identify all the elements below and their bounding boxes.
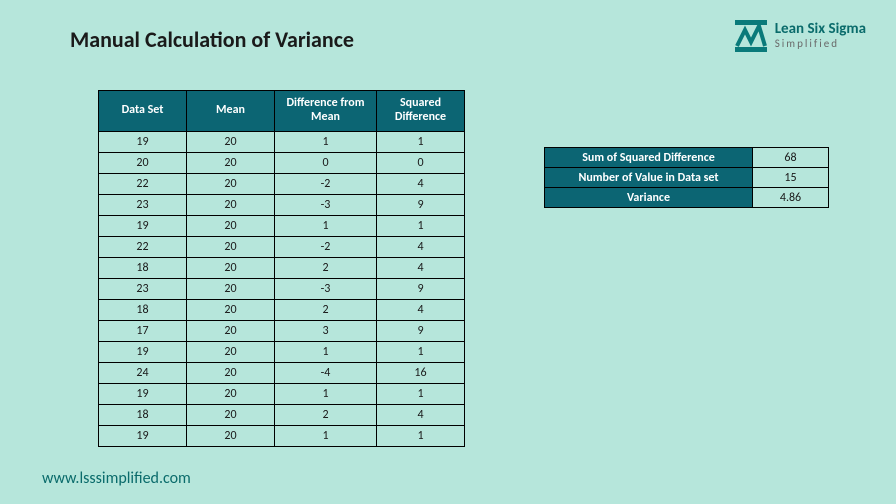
cell-ds: 19: [99, 341, 187, 362]
cell-mean: 20: [187, 299, 275, 320]
cell-sq: 4: [377, 299, 465, 320]
cell-sq: 0: [377, 152, 465, 173]
logo-line1: Lean Six Sigma: [775, 22, 866, 38]
table-row: 172039: [99, 320, 465, 341]
cell-ds: 19: [99, 131, 187, 152]
cell-diff: 1: [275, 131, 377, 152]
summary-value: 68: [753, 148, 829, 168]
cell-diff: -2: [275, 173, 377, 194]
col-header-dataset: Data Set: [99, 91, 187, 132]
cell-sq: 4: [377, 236, 465, 257]
brand-logo: Lean Six Sigma Simplified: [735, 20, 866, 52]
table-row: 202000: [99, 152, 465, 173]
table-header-row: Data Set Mean Difference from Mean Squar…: [99, 91, 465, 132]
summary-row-sumsq: Sum of Squared Difference 68: [545, 148, 829, 168]
table-row: 192011: [99, 215, 465, 236]
table-row: 182024: [99, 404, 465, 425]
cell-mean: 20: [187, 194, 275, 215]
cell-mean: 20: [187, 278, 275, 299]
summary-label: Number of Value in Data set: [545, 168, 753, 188]
cell-diff: 1: [275, 215, 377, 236]
cell-sq: 9: [377, 194, 465, 215]
logo-icon: [735, 20, 767, 52]
cell-diff: -4: [275, 362, 377, 383]
cell-ds: 19: [99, 425, 187, 446]
cell-diff: 1: [275, 425, 377, 446]
cell-mean: 20: [187, 404, 275, 425]
cell-diff: 1: [275, 341, 377, 362]
cell-mean: 20: [187, 173, 275, 194]
summary-row-n: Number of Value in Data set 15: [545, 168, 829, 188]
cell-diff: -3: [275, 194, 377, 215]
col-header-sqdiff: Squared Difference: [377, 91, 465, 132]
summary-table: Sum of Squared Difference 68 Number of V…: [544, 147, 829, 208]
table-row: 182024: [99, 299, 465, 320]
cell-ds: 18: [99, 404, 187, 425]
cell-ds: 19: [99, 215, 187, 236]
cell-mean: 20: [187, 383, 275, 404]
page-title: Manual Calculation of Variance: [70, 26, 354, 53]
table-row: 192011: [99, 341, 465, 362]
summary-value: 15: [753, 168, 829, 188]
table-row: 2220-24: [99, 173, 465, 194]
cell-diff: -2: [275, 236, 377, 257]
cell-ds: 22: [99, 236, 187, 257]
cell-sq: 1: [377, 215, 465, 236]
cell-mean: 20: [187, 236, 275, 257]
logo-line2: Simplified: [775, 38, 866, 50]
table-row: 2320-39: [99, 278, 465, 299]
cell-sq: 1: [377, 341, 465, 362]
cell-mean: 20: [187, 341, 275, 362]
cell-sq: 9: [377, 320, 465, 341]
cell-diff: 2: [275, 299, 377, 320]
cell-diff: 3: [275, 320, 377, 341]
col-header-mean: Mean: [187, 91, 275, 132]
cell-sq: 4: [377, 257, 465, 278]
cell-diff: -3: [275, 278, 377, 299]
cell-diff: 2: [275, 404, 377, 425]
cell-ds: 22: [99, 173, 187, 194]
cell-ds: 19: [99, 383, 187, 404]
cell-ds: 24: [99, 362, 187, 383]
footer-url: www.lsssimplified.com: [42, 469, 191, 488]
summary-label: Variance: [545, 188, 753, 208]
cell-sq: 1: [377, 383, 465, 404]
table-row: 2420-416: [99, 362, 465, 383]
cell-diff: 2: [275, 257, 377, 278]
cell-mean: 20: [187, 131, 275, 152]
variance-data-table: Data Set Mean Difference from Mean Squar…: [98, 90, 465, 447]
summary-label: Sum of Squared Difference: [545, 148, 753, 168]
logo-text: Lean Six Sigma Simplified: [775, 22, 866, 49]
table-row: 182024: [99, 257, 465, 278]
cell-mean: 20: [187, 362, 275, 383]
cell-sq: 4: [377, 173, 465, 194]
table-row: 192011: [99, 425, 465, 446]
cell-ds: 17: [99, 320, 187, 341]
table-row: 2220-24: [99, 236, 465, 257]
col-header-diff: Difference from Mean: [275, 91, 377, 132]
table-body: 192011 202000 2220-24 2320-39 192011 222…: [99, 131, 465, 446]
table-row: 192011: [99, 131, 465, 152]
cell-ds: 23: [99, 278, 187, 299]
cell-sq: 1: [377, 425, 465, 446]
cell-ds: 23: [99, 194, 187, 215]
cell-mean: 20: [187, 152, 275, 173]
summary-row-variance: Variance 4.86: [545, 188, 829, 208]
cell-sq: 1: [377, 131, 465, 152]
cell-mean: 20: [187, 425, 275, 446]
table-row: 2320-39: [99, 194, 465, 215]
cell-ds: 18: [99, 299, 187, 320]
cell-diff: 1: [275, 383, 377, 404]
cell-sq: 4: [377, 404, 465, 425]
cell-sq: 16: [377, 362, 465, 383]
table-row: 192011: [99, 383, 465, 404]
cell-diff: 0: [275, 152, 377, 173]
cell-mean: 20: [187, 215, 275, 236]
cell-ds: 20: [99, 152, 187, 173]
cell-sq: 9: [377, 278, 465, 299]
cell-ds: 18: [99, 257, 187, 278]
summary-value: 4.86: [753, 188, 829, 208]
cell-mean: 20: [187, 257, 275, 278]
cell-mean: 20: [187, 320, 275, 341]
